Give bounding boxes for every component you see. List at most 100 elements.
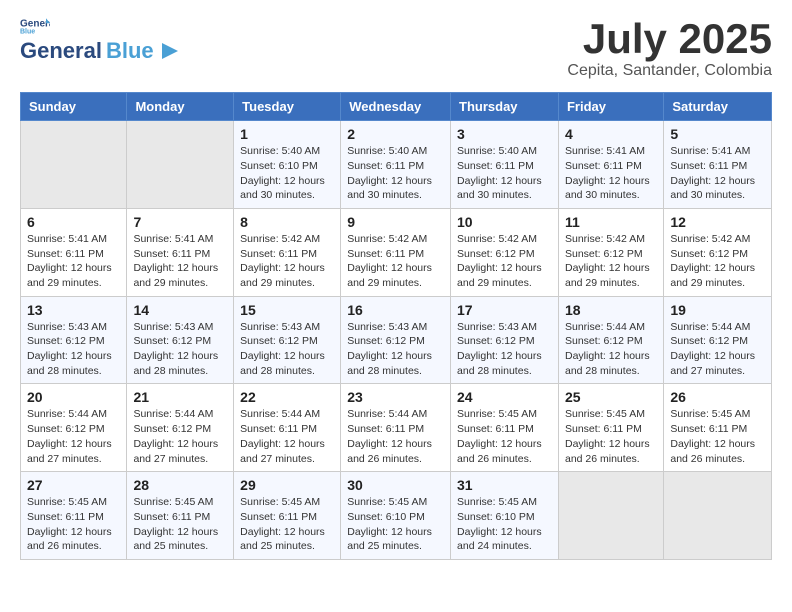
day-number: 4 — [565, 126, 657, 142]
weekday-header-row: Sunday Monday Tuesday Wednesday Thursday… — [21, 93, 772, 121]
cell-content: Sunrise: 5:40 AM Sunset: 6:11 PM Dayligh… — [347, 144, 444, 203]
calendar-cell: 31Sunrise: 5:45 AM Sunset: 6:10 PM Dayli… — [451, 472, 559, 560]
calendar-cell: 5 Sunrise: 5:41 AM Sunset: 6:11 PM Daylig… — [664, 121, 772, 209]
calendar-cell: 3 Sunrise: 5:40 AM Sunset: 6:11 PM Daylig… — [451, 121, 559, 209]
day-number: 16 — [347, 302, 444, 318]
cell-content: Sunrise: 5:45 AM Sunset: 6:11 PM Dayligh… — [565, 407, 657, 466]
cell-content: Sunrise: 5:41 AM Sunset: 6:11 PM Dayligh… — [133, 232, 227, 291]
calendar-cell: 21Sunrise: 5:44 AM Sunset: 6:12 PM Dayli… — [127, 384, 234, 472]
cell-content: Sunrise: 5:42 AM Sunset: 6:12 PM Dayligh… — [670, 232, 765, 291]
cell-content: Sunrise: 5:41 AM Sunset: 6:11 PM Dayligh… — [27, 232, 120, 291]
calendar-cell: 12Sunrise: 5:42 AM Sunset: 6:12 PM Dayli… — [664, 208, 772, 296]
calendar-cell: 15 Sunrise: 5:43 AM Sunset: 6:12 PM Dayli… — [234, 296, 341, 384]
calendar-cell: 4Sunrise: 5:41 AM Sunset: 6:11 PM Daylig… — [558, 121, 663, 209]
week-row-5: 27 Sunrise: 5:45 AM Sunset: 6:11 PM Dayli… — [21, 472, 772, 560]
calendar-cell: 9 Sunrise: 5:42 AM Sunset: 6:11 PM Daylig… — [341, 208, 451, 296]
calendar-cell: 13 Sunrise: 5:43 AM Sunset: 6:12 PM Dayli… — [21, 296, 127, 384]
day-number: 10 — [457, 214, 552, 230]
location: Cepita, Santander, Colombia — [567, 62, 772, 80]
calendar-cell: 7 Sunrise: 5:41 AM Sunset: 6:11 PM Daylig… — [127, 208, 234, 296]
day-number: 23 — [347, 389, 444, 405]
cell-content: Sunrise: 5:44 AM Sunset: 6:11 PM Dayligh… — [240, 407, 334, 466]
calendar-cell — [664, 472, 772, 560]
header-sunday: Sunday — [21, 93, 127, 121]
calendar-cell — [558, 472, 663, 560]
logo: General Blue General Blue — [20, 16, 178, 64]
cell-content: Sunrise: 5:43 AM Sunset: 6:12 PM Dayligh… — [347, 320, 444, 379]
logo-triangle-icon — [158, 43, 178, 59]
calendar-cell: 14 Sunrise: 5:43 AM Sunset: 6:12 PM Dayli… — [127, 296, 234, 384]
cell-content: Sunrise: 5:45 AM Sunset: 6:10 PM Dayligh… — [347, 495, 444, 554]
cell-content: Sunrise: 5:42 AM Sunset: 6:11 PM Dayligh… — [240, 232, 334, 291]
svg-text:Blue: Blue — [20, 28, 35, 35]
day-number: 1 — [240, 126, 334, 142]
calendar-cell: 10 Sunrise: 5:42 AM Sunset: 6:12 PM Dayli… — [451, 208, 559, 296]
calendar-cell: 29 Sunrise: 5:45 AM Sunset: 6:11 PM Dayli… — [234, 472, 341, 560]
day-number: 3 — [457, 126, 552, 142]
logo-general: General — [20, 38, 102, 64]
logo-icon: General Blue — [20, 16, 50, 36]
day-number: 29 — [240, 477, 334, 493]
calendar-cell — [21, 121, 127, 209]
day-number: 7 — [133, 214, 227, 230]
day-number: 25 — [565, 389, 657, 405]
cell-content: Sunrise: 5:44 AM Sunset: 6:11 PM Dayligh… — [347, 407, 444, 466]
day-number: 30 — [347, 477, 444, 493]
calendar-cell: 30 Sunrise: 5:45 AM Sunset: 6:10 PM Dayli… — [341, 472, 451, 560]
calendar-table: Sunday Monday Tuesday Wednesday Thursday… — [20, 92, 772, 560]
day-number: 14 — [133, 302, 227, 318]
day-number: 17 — [457, 302, 552, 318]
week-row-2: 6 Sunrise: 5:41 AM Sunset: 6:11 PM Daylig… — [21, 208, 772, 296]
cell-content: Sunrise: 5:45 AM Sunset: 6:11 PM Dayligh… — [133, 495, 227, 554]
logo-blue: Blue — [106, 38, 154, 64]
cell-content: Sunrise: 5:44 AM Sunset: 6:12 PM Dayligh… — [565, 320, 657, 379]
cell-content: Sunrise: 5:45 AM Sunset: 6:10 PM Dayligh… — [457, 495, 552, 554]
cell-content: Sunrise: 5:43 AM Sunset: 6:12 PM Dayligh… — [133, 320, 227, 379]
cell-content: Sunrise: 5:44 AM Sunset: 6:12 PM Dayligh… — [670, 320, 765, 379]
day-number: 28 — [133, 477, 227, 493]
day-number: 15 — [240, 302, 334, 318]
cell-content: Sunrise: 5:44 AM Sunset: 6:12 PM Dayligh… — [27, 407, 120, 466]
header-tuesday: Tuesday — [234, 93, 341, 121]
header-saturday: Saturday — [664, 93, 772, 121]
day-number: 26 — [670, 389, 765, 405]
month-year: July 2025 — [567, 16, 772, 62]
cell-content: Sunrise: 5:45 AM Sunset: 6:11 PM Dayligh… — [240, 495, 334, 554]
cell-content: Sunrise: 5:41 AM Sunset: 6:11 PM Dayligh… — [670, 144, 765, 203]
calendar-cell: 1Sunrise: 5:40 AM Sunset: 6:10 PM Daylig… — [234, 121, 341, 209]
cell-content: Sunrise: 5:43 AM Sunset: 6:12 PM Dayligh… — [457, 320, 552, 379]
cell-content: Sunrise: 5:42 AM Sunset: 6:11 PM Dayligh… — [347, 232, 444, 291]
cell-content: Sunrise: 5:42 AM Sunset: 6:12 PM Dayligh… — [457, 232, 552, 291]
title-block: July 2025 Cepita, Santander, Colombia — [567, 16, 772, 80]
cell-content: Sunrise: 5:40 AM Sunset: 6:11 PM Dayligh… — [457, 144, 552, 203]
cell-content: Sunrise: 5:45 AM Sunset: 6:11 PM Dayligh… — [27, 495, 120, 554]
calendar-cell: 11Sunrise: 5:42 AM Sunset: 6:12 PM Dayli… — [558, 208, 663, 296]
calendar-cell: 2Sunrise: 5:40 AM Sunset: 6:11 PM Daylig… — [341, 121, 451, 209]
cell-content: Sunrise: 5:43 AM Sunset: 6:12 PM Dayligh… — [240, 320, 334, 379]
day-number: 21 — [133, 389, 227, 405]
calendar-cell — [127, 121, 234, 209]
week-row-4: 20 Sunrise: 5:44 AM Sunset: 6:12 PM Dayli… — [21, 384, 772, 472]
day-number: 5 — [670, 126, 765, 142]
calendar-cell: 28 Sunrise: 5:45 AM Sunset: 6:11 PM Dayli… — [127, 472, 234, 560]
header-wednesday: Wednesday — [341, 93, 451, 121]
day-number: 20 — [27, 389, 120, 405]
cell-content: Sunrise: 5:43 AM Sunset: 6:12 PM Dayligh… — [27, 320, 120, 379]
day-number: 27 — [27, 477, 120, 493]
calendar-cell: 19 Sunrise: 5:44 AM Sunset: 6:12 PM Dayli… — [664, 296, 772, 384]
week-row-1: 1Sunrise: 5:40 AM Sunset: 6:10 PM Daylig… — [21, 121, 772, 209]
day-number: 9 — [347, 214, 444, 230]
cell-content: Sunrise: 5:42 AM Sunset: 6:12 PM Dayligh… — [565, 232, 657, 291]
calendar-cell: 22Sunrise: 5:44 AM Sunset: 6:11 PM Dayli… — [234, 384, 341, 472]
header-friday: Friday — [558, 93, 663, 121]
calendar-cell: 8 Sunrise: 5:42 AM Sunset: 6:11 PM Daylig… — [234, 208, 341, 296]
calendar-cell: 23 Sunrise: 5:44 AM Sunset: 6:11 PM Dayli… — [341, 384, 451, 472]
day-number: 24 — [457, 389, 552, 405]
day-number: 8 — [240, 214, 334, 230]
day-number: 6 — [27, 214, 120, 230]
cell-content: Sunrise: 5:45 AM Sunset: 6:11 PM Dayligh… — [670, 407, 765, 466]
calendar-cell: 24Sunrise: 5:45 AM Sunset: 6:11 PM Dayli… — [451, 384, 559, 472]
day-number: 13 — [27, 302, 120, 318]
calendar-cell: 20 Sunrise: 5:44 AM Sunset: 6:12 PM Dayli… — [21, 384, 127, 472]
day-number: 19 — [670, 302, 765, 318]
